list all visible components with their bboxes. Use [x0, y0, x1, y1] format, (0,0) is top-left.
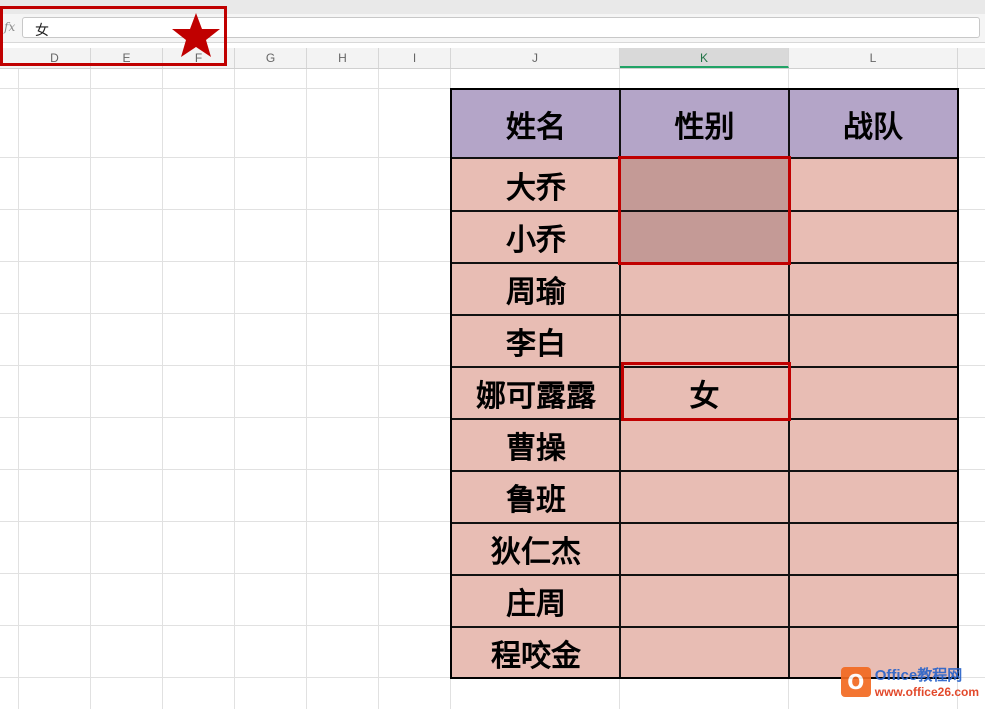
- star-icon: [172, 13, 220, 57]
- name-cell[interactable]: 大乔: [452, 160, 620, 210]
- header-gender[interactable]: 性别: [620, 90, 789, 158]
- column-header-g[interactable]: G: [235, 48, 307, 68]
- office-logo-icon: O: [840, 666, 871, 697]
- name-cell[interactable]: 庄周: [452, 576, 620, 626]
- column-header-i[interactable]: I: [379, 48, 451, 68]
- name-cell[interactable]: 周瑜: [452, 264, 620, 314]
- watermark-text: Office教程网: [874, 667, 963, 684]
- header-team[interactable]: 战队: [789, 90, 957, 158]
- name-cell[interactable]: 曹操: [452, 420, 620, 470]
- name-cell[interactable]: 狄仁杰: [452, 524, 620, 574]
- column-header-h[interactable]: H: [307, 48, 379, 68]
- name-cell[interactable]: 小乔: [452, 212, 620, 262]
- data-table: 姓名 性别 战队 大乔 小乔 周瑜 李白 娜可露露 曹操 鲁班 狄仁杰 庄周 程…: [450, 88, 959, 679]
- name-cell[interactable]: 鲁班: [452, 472, 620, 522]
- name-cell[interactable]: 李白: [452, 316, 620, 366]
- name-cell[interactable]: 娜可露露: [452, 368, 620, 418]
- column-header-k[interactable]: K: [620, 48, 789, 68]
- header-name[interactable]: 姓名: [452, 90, 620, 158]
- column-header-l[interactable]: L: [789, 48, 958, 68]
- watermark: O Office教程网 www.office26.com: [840, 664, 979, 699]
- column-header-j[interactable]: J: [451, 48, 620, 68]
- watermark-url: www.office26.com: [874, 685, 979, 699]
- name-cell[interactable]: 程咬金: [452, 628, 620, 678]
- selection-outline-k2-k3: [618, 156, 791, 265]
- active-cell-outline: [621, 362, 791, 421]
